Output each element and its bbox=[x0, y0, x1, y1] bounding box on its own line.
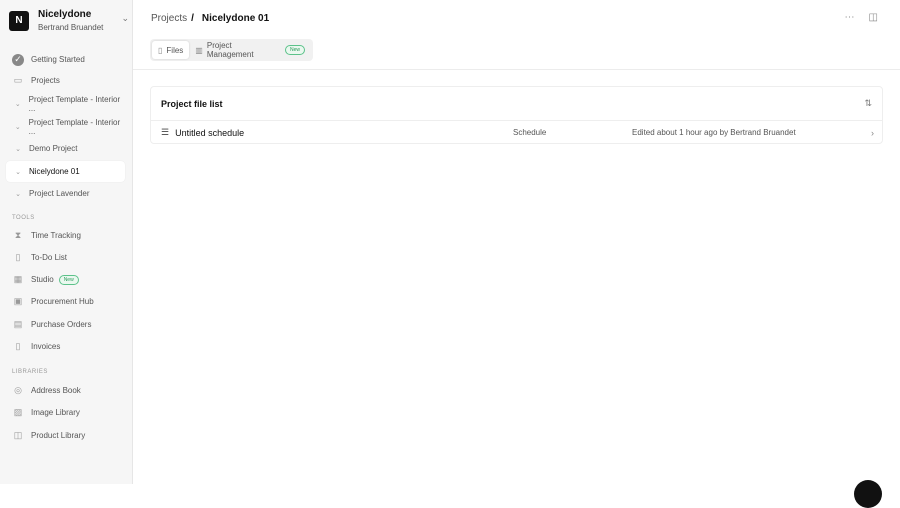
file-type: Schedule bbox=[513, 128, 547, 137]
sidebar-item-invoices[interactable]: ▯ Invoices bbox=[6, 336, 125, 357]
chat-launcher-button[interactable] bbox=[854, 480, 882, 508]
sidebar-item-label: Project Template - Interior ... bbox=[28, 117, 121, 136]
clipboard-icon: ▯ bbox=[15, 252, 21, 262]
breadcrumb-projects[interactable]: Projects bbox=[151, 13, 187, 24]
check-circle-icon: ✓ bbox=[12, 53, 24, 66]
page-title: Nicelydone 01 bbox=[201, 13, 270, 24]
breadcrumb-separator: / bbox=[191, 13, 194, 24]
sidebar-item-label: Invoices bbox=[31, 342, 61, 351]
sidebar-item-time-tracking[interactable]: ⧗ Time Tracking bbox=[6, 225, 125, 246]
sidebar-item-label: Nicelydone 01 bbox=[29, 167, 80, 176]
sidebar-item-product-library[interactable]: ◫ Product Library bbox=[6, 425, 125, 446]
sort-icon[interactable]: ⇅ bbox=[864, 98, 872, 109]
sidebar-item-label: Purchase Orders bbox=[31, 320, 92, 329]
new-badge: New bbox=[284, 45, 305, 55]
card-title: Project file list bbox=[161, 98, 223, 109]
sidebar-item-label: To-Do List bbox=[31, 253, 68, 262]
briefcase-icon: ▭ bbox=[13, 75, 23, 85]
chevron-down-icon: ⌄ bbox=[14, 100, 21, 108]
user-name: Bertrand Bruandet bbox=[38, 23, 104, 32]
file-name: Untitled schedule bbox=[175, 127, 245, 138]
sidebar-item-label: Address Book bbox=[31, 386, 81, 395]
breadcrumb: Projects / Nicelydone 01 bbox=[151, 13, 269, 24]
sidebar-item-label: Demo Project bbox=[29, 144, 78, 153]
sidebar-item-todo[interactable]: ▯ To-Do List bbox=[6, 247, 125, 268]
new-badge: New bbox=[58, 274, 79, 285]
header-divider bbox=[133, 69, 900, 70]
hourglass-icon: ⧗ bbox=[14, 230, 22, 240]
tab-label: Project Management bbox=[206, 41, 254, 59]
sidebar-project-item[interactable]: ⌄ Project Lavender bbox=[6, 183, 125, 204]
libraries-section-label: LIBRARIES bbox=[12, 369, 48, 375]
project-file-list: Project file list ⇅ ☰ Untitled schedule S… bbox=[150, 86, 883, 144]
workspace-name: Nicelydone bbox=[38, 9, 92, 20]
file-icon: ▯ bbox=[158, 45, 163, 55]
tools-section-label: TOOLS bbox=[12, 215, 35, 221]
sidebar-item-getting-started[interactable]: ✓ Getting Started bbox=[6, 49, 125, 70]
sidebar-item-label: Image Library bbox=[31, 408, 80, 417]
grid-icon: ▦ bbox=[13, 274, 23, 284]
sidebar-item-label: Studio bbox=[31, 275, 54, 284]
sidebar-item-label: Procurement Hub bbox=[31, 297, 94, 306]
tab-label: Files bbox=[166, 45, 184, 55]
workspace-switcher[interactable]: N Nicelydone Bertrand Bruandet ⌄ bbox=[9, 9, 129, 32]
kanban-icon: ▥ bbox=[195, 45, 203, 55]
chevron-down-icon: ⌄ bbox=[15, 168, 21, 176]
card-icon: ▤ bbox=[13, 319, 23, 329]
chevron-down-icon: ⌄ bbox=[15, 145, 21, 153]
chevron-down-icon: ⌄ bbox=[121, 13, 129, 23]
table-row[interactable]: ☰ Untitled schedule Schedule Edited abou… bbox=[151, 121, 882, 144]
sidebar-item-label: Time Tracking bbox=[31, 231, 81, 240]
image-icon: ▨ bbox=[13, 407, 23, 417]
chevron-down-icon: ⌄ bbox=[15, 190, 21, 198]
sidebar-project-item-active[interactable]: ⌄ Nicelydone 01 bbox=[6, 161, 125, 182]
edited-info: Edited about 1 hour ago by Bertrand Brua… bbox=[632, 128, 796, 137]
tab-files[interactable]: ▯ Files bbox=[152, 41, 190, 59]
chevron-right-icon[interactable]: › bbox=[871, 128, 874, 138]
sidebar-item-address-book[interactable]: ◎ Address Book bbox=[6, 380, 125, 401]
sidebar-project-item[interactable]: ⌄ Project Template - Interior ... bbox=[6, 93, 125, 114]
workspace-logo: N bbox=[9, 10, 29, 31]
sidebar-item-procurement[interactable]: ▣ Procurement Hub bbox=[6, 291, 125, 312]
sidebar: N Nicelydone Bertrand Bruandet ⌄ ✓ Gettin… bbox=[0, 0, 133, 484]
sidebar-item-image-library[interactable]: ▨ Image Library bbox=[6, 402, 125, 423]
view-tabs: ▯ Files ▥ Project Management New bbox=[150, 39, 313, 61]
sidebar-project-item[interactable]: ⌄ Demo Project bbox=[6, 138, 125, 159]
invoice-icon: ▯ bbox=[15, 341, 21, 351]
sidebar-item-label: Getting Started bbox=[31, 55, 85, 64]
user-circle-icon: ◎ bbox=[14, 385, 22, 395]
sidebar-project-item[interactable]: ⌄ Project Template - Interior ... bbox=[6, 116, 125, 137]
procurement-icon: ▣ bbox=[13, 296, 23, 306]
panel-toggle-icon[interactable]: ◫ bbox=[869, 12, 878, 23]
layers-icon: ☰ bbox=[161, 127, 170, 137]
sidebar-item-studio[interactable]: ▦ Studio New bbox=[6, 269, 125, 290]
sidebar-item-projects[interactable]: ▭ Projects bbox=[6, 70, 125, 91]
tab-project-management[interactable]: ▥ Project Management New bbox=[189, 41, 311, 59]
sidebar-item-purchase-orders[interactable]: ▤ Purchase Orders bbox=[6, 314, 125, 335]
book-icon: ◫ bbox=[13, 430, 23, 440]
chevron-down-icon: ⌄ bbox=[14, 123, 21, 131]
sidebar-item-label: Project Template - Interior ... bbox=[28, 94, 121, 113]
sidebar-item-label: Projects bbox=[31, 76, 60, 85]
sidebar-item-label: Project Lavender bbox=[29, 189, 90, 198]
sidebar-item-label: Product Library bbox=[31, 431, 86, 440]
more-icon[interactable]: ⋯ bbox=[845, 12, 855, 23]
